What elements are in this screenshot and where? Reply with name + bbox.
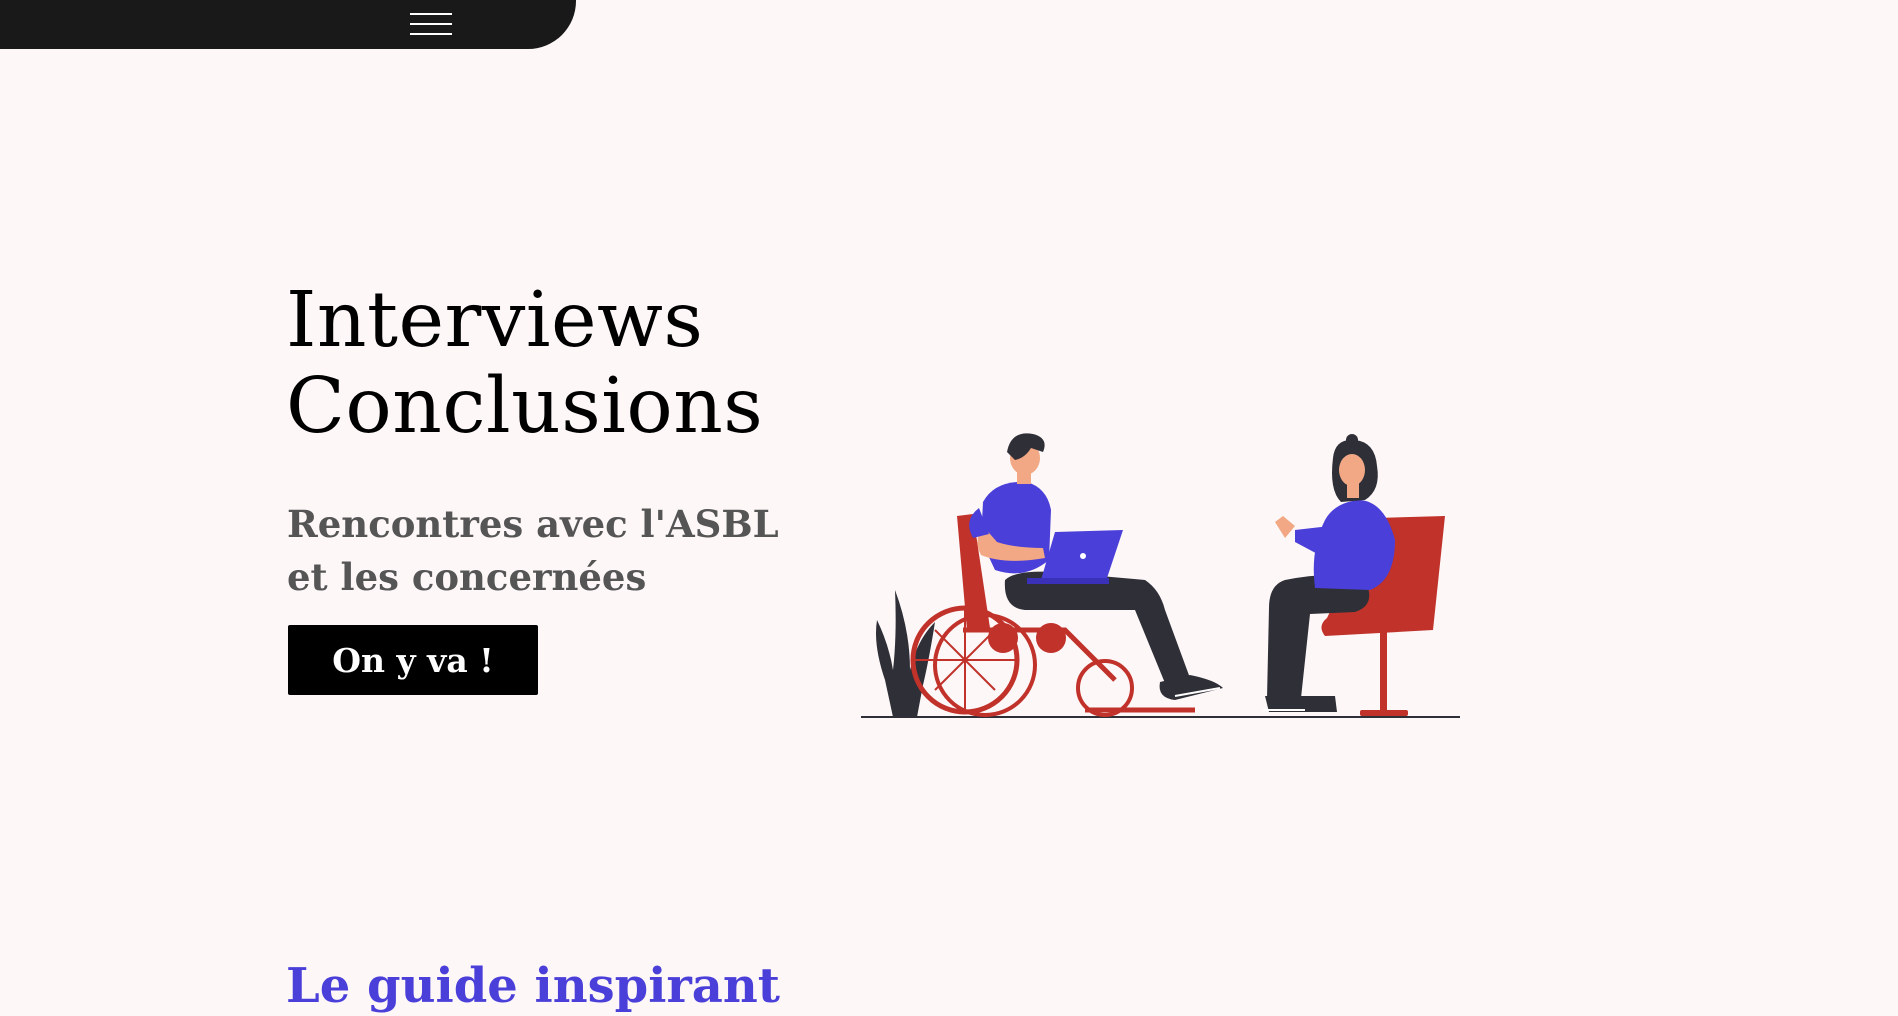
cta-button[interactable]: On y va !	[288, 625, 538, 695]
hero-subtitle: Rencontres avec l'ASBL et les concernées	[287, 498, 779, 604]
hero-title-line-2: Conclusions	[286, 362, 764, 451]
hero-subtitle-line-2: et les concernées	[287, 555, 647, 599]
top-nav-bar	[0, 0, 576, 49]
hero-title-line-1: Interviews	[286, 276, 704, 365]
interview-illustration	[861, 433, 1460, 718]
woman-talking-icon	[1263, 434, 1395, 712]
hamburger-menu-icon[interactable]	[410, 11, 452, 37]
hero-title: Interviews Conclusions	[286, 278, 763, 450]
hero-subtitle-line-1: Rencontres avec l'ASBL	[287, 502, 779, 546]
next-section-heading: Le guide inspirant	[286, 958, 780, 1014]
